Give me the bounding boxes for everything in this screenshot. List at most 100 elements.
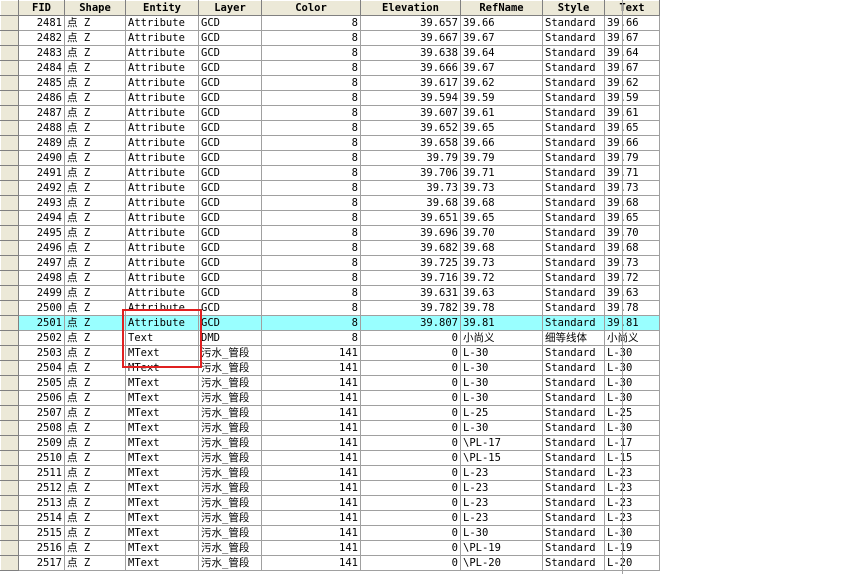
cell-color[interactable]: 8 xyxy=(261,270,361,286)
cell-color[interactable]: 141 xyxy=(261,555,361,571)
cell-text[interactable]: 39.71 xyxy=(604,165,660,181)
cell-layer[interactable]: 污水_管段 xyxy=(198,405,262,421)
cell-text[interactable]: L-23 xyxy=(604,510,660,526)
cell-text[interactable]: 39.79 xyxy=(604,150,660,166)
cell-text[interactable]: L-30 xyxy=(604,525,660,541)
table-row[interactable]: 2500点 ZAttributeGCD839.78239.78Standard3… xyxy=(0,300,660,316)
table-row[interactable]: 2493点 ZAttributeGCD839.6839.68Standard39… xyxy=(0,195,660,211)
cell-elevation[interactable]: 0 xyxy=(360,465,461,481)
cell-text[interactable]: 39.70 xyxy=(604,225,660,241)
cell-layer[interactable]: DMD xyxy=(198,330,262,346)
cell-text[interactable]: L-23 xyxy=(604,465,660,481)
table-row[interactable]: 2495点 ZAttributeGCD839.69639.70Standard3… xyxy=(0,225,660,241)
column-header-entity[interactable]: Entity xyxy=(125,0,199,16)
cell-text[interactable]: L-17 xyxy=(604,435,660,451)
cell-color[interactable]: 8 xyxy=(261,60,361,76)
cell-entity[interactable]: MText xyxy=(125,360,199,376)
cell-shape[interactable]: 点 Z xyxy=(64,165,126,181)
cell-style[interactable]: Standard xyxy=(542,135,605,151)
cell-elevation[interactable]: 39.657 xyxy=(360,15,461,31)
cell-layer[interactable]: 污水_管段 xyxy=(198,345,262,361)
cell-fid[interactable]: 2493 xyxy=(18,195,65,211)
cell-color[interactable]: 141 xyxy=(261,345,361,361)
cell-style[interactable]: Standard xyxy=(542,90,605,106)
cell-shape[interactable]: 点 Z xyxy=(64,495,126,511)
cell-style[interactable]: Standard xyxy=(542,525,605,541)
cell-shape[interactable]: 点 Z xyxy=(64,555,126,571)
cell-fid[interactable]: 2481 xyxy=(18,15,65,31)
cell-style[interactable]: Standard xyxy=(542,180,605,196)
row-selector[interactable] xyxy=(0,345,19,361)
cell-elevation[interactable]: 39.682 xyxy=(360,240,461,256)
cell-refname[interactable]: L-30 xyxy=(460,525,543,541)
cell-refname[interactable]: 39.61 xyxy=(460,105,543,121)
cell-style[interactable]: Standard xyxy=(542,405,605,421)
cell-text[interactable]: 39.66 xyxy=(604,135,660,151)
cell-shape[interactable]: 点 Z xyxy=(64,75,126,91)
cell-elevation[interactable]: 39.68 xyxy=(360,195,461,211)
row-selector[interactable] xyxy=(0,90,19,106)
cell-color[interactable]: 141 xyxy=(261,495,361,511)
column-header-layer[interactable]: Layer xyxy=(198,0,262,16)
cell-style[interactable]: Standard xyxy=(542,540,605,556)
cell-text[interactable]: L-30 xyxy=(604,345,660,361)
row-selector[interactable] xyxy=(0,135,19,151)
cell-entity[interactable]: MText xyxy=(125,525,199,541)
cell-text[interactable]: 39.78 xyxy=(604,300,660,316)
cell-shape[interactable]: 点 Z xyxy=(64,465,126,481)
cell-fid[interactable]: 2516 xyxy=(18,540,65,556)
cell-shape[interactable]: 点 Z xyxy=(64,285,126,301)
cell-entity[interactable]: Attribute xyxy=(125,150,199,166)
cell-elevation[interactable]: 39.631 xyxy=(360,285,461,301)
cell-fid[interactable]: 2488 xyxy=(18,120,65,136)
cell-elevation[interactable]: 39.725 xyxy=(360,255,461,271)
cell-refname[interactable]: 39.78 xyxy=(460,300,543,316)
cell-layer[interactable]: 污水_管段 xyxy=(198,555,262,571)
cell-text[interactable]: 39.73 xyxy=(604,255,660,271)
column-header-color[interactable]: Color xyxy=(261,0,361,16)
cell-refname[interactable]: \PL-17 xyxy=(460,435,543,451)
cell-entity[interactable]: MText xyxy=(125,420,199,436)
cell-style[interactable]: Standard xyxy=(542,390,605,406)
cell-entity[interactable]: Attribute xyxy=(125,225,199,241)
cell-text[interactable]: L-30 xyxy=(604,375,660,391)
cell-refname[interactable]: 39.64 xyxy=(460,45,543,61)
cell-color[interactable]: 8 xyxy=(261,180,361,196)
cell-style[interactable]: Standard xyxy=(542,495,605,511)
table-row[interactable]: 2498点 ZAttributeGCD839.71639.72Standard3… xyxy=(0,270,660,286)
cell-layer[interactable]: GCD xyxy=(198,210,262,226)
cell-text[interactable]: L-30 xyxy=(604,390,660,406)
cell-shape[interactable]: 点 Z xyxy=(64,45,126,61)
cell-fid[interactable]: 2510 xyxy=(18,450,65,466)
row-selector[interactable] xyxy=(0,255,19,271)
cell-text[interactable]: 小尚义 xyxy=(604,330,660,346)
column-header-text[interactable]: Text xyxy=(604,0,660,16)
cell-fid[interactable]: 2515 xyxy=(18,525,65,541)
cell-refname[interactable]: \PL-19 xyxy=(460,540,543,556)
cell-text[interactable]: L-25 xyxy=(604,405,660,421)
row-selector[interactable] xyxy=(0,495,19,511)
cell-fid[interactable]: 2495 xyxy=(18,225,65,241)
cell-layer[interactable]: 污水_管段 xyxy=(198,420,262,436)
cell-style[interactable]: Standard xyxy=(542,210,605,226)
cell-shape[interactable]: 点 Z xyxy=(64,90,126,106)
cell-layer[interactable]: GCD xyxy=(198,30,262,46)
cell-elevation[interactable]: 0 xyxy=(360,480,461,496)
table-row[interactable]: 2503 点 Z MText 污水_管段 141 0 L-30 Standard L-30 xyxy=(0,345,660,361)
cell-color[interactable]: 8 xyxy=(261,75,361,91)
column-header-fid[interactable]: FID xyxy=(18,0,65,16)
cell-style[interactable]: Standard xyxy=(542,480,605,496)
cell-elevation[interactable]: 39.807 xyxy=(360,315,461,331)
cell-text[interactable]: 39.68 xyxy=(604,195,660,211)
cell-color[interactable]: 8 xyxy=(261,30,361,46)
cell-refname[interactable]: L-23 xyxy=(460,510,543,526)
row-selector[interactable] xyxy=(0,195,19,211)
cell-fid[interactable]: 2507 xyxy=(18,405,65,421)
cell-fid[interactable]: 2503 xyxy=(18,345,65,361)
cell-text[interactable]: 39.81 xyxy=(604,315,660,331)
cell-shape[interactable]: 点 Z xyxy=(64,180,126,196)
cell-text[interactable]: 39.67 xyxy=(604,60,660,76)
cell-entity[interactable]: Attribute xyxy=(125,120,199,136)
table-row[interactable]: 2501点 ZAttributeGCD839.80739.81Standard3… xyxy=(0,315,660,331)
table-row[interactable]: 2512 点 Z MText 污水_管段 141 0 L-23 Standard L-23 xyxy=(0,480,660,496)
